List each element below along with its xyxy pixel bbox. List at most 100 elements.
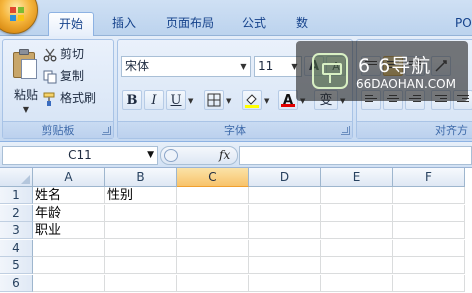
paste-label: 粘贴 — [13, 88, 38, 102]
tab-formulas[interactable]: 公式 — [232, 12, 276, 36]
tab-home[interactable]: 开始 — [48, 12, 95, 37]
borders-dropdown-icon[interactable]: ▼ — [226, 97, 231, 105]
cell-c2[interactable] — [177, 204, 249, 222]
office-logo-icon — [10, 7, 24, 21]
cell-d1[interactable] — [249, 187, 321, 204]
bold-icon: B — [126, 93, 138, 108]
font-name-value: 宋体 — [125, 59, 150, 73]
row-header-3[interactable]: 3 — [0, 222, 33, 239]
italic-icon: I — [151, 93, 157, 108]
cell-b2[interactable] — [105, 204, 177, 222]
cell-e6[interactable] — [321, 274, 393, 292]
column-header-e[interactable]: E — [321, 168, 393, 187]
cell-d4[interactable] — [249, 239, 321, 257]
cell-e5[interactable] — [321, 257, 393, 274]
paste-button[interactable]: 粘贴 ▼ — [9, 48, 43, 120]
italic-button[interactable]: I — [144, 90, 164, 110]
cell-f2[interactable] — [393, 204, 465, 222]
cell-b4[interactable] — [105, 239, 177, 257]
expand-knob-icon[interactable] — [164, 149, 178, 162]
row-header-1[interactable]: 1 — [0, 187, 33, 204]
format-painter-icon — [43, 92, 57, 106]
cell-c6[interactable] — [177, 274, 249, 292]
cell-a6[interactable] — [33, 274, 105, 292]
font-size-combo[interactable]: 11 ▼ — [254, 56, 302, 77]
borders-icon — [207, 93, 221, 111]
insert-function-button[interactable]: fx — [219, 147, 230, 164]
cell-f5[interactable] — [393, 257, 465, 274]
row-header-6[interactable]: 6 — [0, 274, 33, 292]
tab-insert[interactable]: 插入 — [102, 12, 146, 36]
underline-dropdown-icon[interactable]: ▼ — [188, 97, 193, 105]
cell-c4[interactable] — [177, 239, 249, 257]
tab-page-layout[interactable]: 页面布局 — [156, 12, 224, 36]
cell-d2[interactable] — [249, 204, 321, 222]
cell-b3[interactable] — [105, 222, 177, 239]
column-header-f[interactable]: F — [393, 168, 465, 187]
cell-a3[interactable]: 职业 — [33, 222, 105, 239]
font-dialog-launcher-icon[interactable] — [341, 126, 350, 135]
cell-c5[interactable] — [177, 257, 249, 274]
font-color-button[interactable]: A — [278, 90, 298, 110]
borders-button[interactable] — [204, 90, 224, 110]
row-header-2[interactable]: 2 — [0, 204, 33, 222]
cell-e1[interactable] — [321, 187, 393, 204]
bold-button[interactable]: B — [122, 90, 142, 110]
underline-icon: U — [170, 93, 182, 108]
cell-d6[interactable] — [249, 274, 321, 292]
clipboard-dialog-launcher-icon[interactable] — [102, 126, 111, 135]
name-box[interactable]: C11 ▼ — [2, 146, 158, 165]
format-painter-button[interactable]: 格式刷 — [43, 88, 96, 108]
cell-c1[interactable] — [177, 187, 249, 204]
scissors-icon — [43, 48, 57, 62]
cell-f1[interactable] — [393, 187, 465, 204]
formula-bar: C11 ▼ fx — [0, 142, 472, 168]
select-all-button[interactable] — [0, 168, 33, 187]
fill-color-button[interactable] — [242, 90, 262, 110]
name-box-value: C11 — [68, 148, 92, 162]
cut-label: 剪切 — [60, 47, 85, 61]
watermark-subtitle: 66DAOHAN.COM — [356, 77, 456, 91]
chevron-down-icon[interactable]: ▼ — [237, 57, 250, 76]
tab-powerpivot[interactable]: PO — [445, 12, 472, 36]
chevron-down-icon[interactable]: ▼ — [147, 147, 154, 164]
column-header-d[interactable]: D — [249, 168, 321, 187]
fill-color-dropdown-icon[interactable]: ▼ — [264, 97, 269, 105]
cut-button[interactable]: 剪切 — [43, 44, 84, 64]
worksheet-grid: A B C D E F 1 姓名 性别 2 年龄 3 职业 4 5 6 — [0, 168, 472, 293]
cell-b5[interactable] — [105, 257, 177, 274]
clipboard-group-label: 剪贴板 — [3, 121, 113, 138]
clipboard-group: 粘贴 ▼ 剪切 复制 格式刷 剪贴板 — [2, 39, 114, 139]
office-button[interactable] — [0, 0, 38, 34]
cell-f3[interactable] — [393, 222, 465, 239]
ribbon: 粘贴 ▼ 剪切 复制 格式刷 剪贴板 宋体 ▼ 11 ▼ B I U ▼ ▼ ▼… — [0, 36, 472, 142]
paste-dropdown-icon[interactable]: ▼ — [9, 105, 43, 114]
font-name-combo[interactable]: 宋体 ▼ — [121, 56, 251, 77]
cell-b1[interactable]: 性别 — [105, 187, 177, 204]
underline-button[interactable]: U — [166, 90, 186, 110]
font-color-swatch — [281, 104, 295, 107]
column-header-a[interactable]: A — [33, 168, 105, 187]
cell-f4[interactable] — [393, 239, 465, 257]
cell-a4[interactable] — [33, 239, 105, 257]
cell-d5[interactable] — [249, 257, 321, 274]
cell-f6[interactable] — [393, 274, 465, 292]
row-header-4[interactable]: 4 — [0, 239, 33, 257]
column-header-b[interactable]: B — [105, 168, 177, 187]
cell-e3[interactable] — [321, 222, 393, 239]
tab-data[interactable]: 数 — [286, 12, 318, 36]
cell-a1[interactable]: 姓名 — [33, 187, 105, 204]
cell-e2[interactable] — [321, 204, 393, 222]
cell-d3[interactable] — [249, 222, 321, 239]
row-header-5[interactable]: 5 — [0, 257, 33, 274]
cell-c3[interactable] — [177, 222, 249, 239]
cell-b6[interactable] — [105, 274, 177, 292]
column-header-c[interactable]: C — [177, 168, 249, 187]
format-painter-label: 格式刷 — [60, 91, 97, 105]
cell-a5[interactable] — [33, 257, 105, 274]
cell-e4[interactable] — [321, 239, 393, 257]
formula-input[interactable] — [239, 146, 472, 165]
copy-button[interactable]: 复制 — [43, 66, 84, 86]
paste-icon — [13, 48, 39, 80]
cell-a2[interactable]: 年龄 — [33, 204, 105, 222]
